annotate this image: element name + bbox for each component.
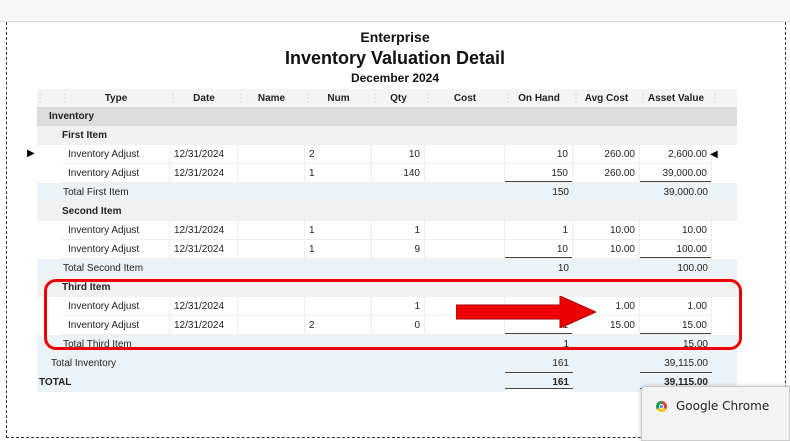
cell-qty: 140	[372, 164, 425, 183]
cell-num: 2	[305, 145, 372, 164]
red-arrow-icon	[456, 296, 596, 328]
group-total-on-hand: 10	[557, 263, 569, 274]
group-total-label: Total First Item	[63, 187, 129, 198]
cell-name	[238, 145, 305, 164]
group-label: Second Item	[62, 206, 122, 217]
cell-avg-cost: 10.00	[573, 240, 640, 259]
col-end	[710, 89, 737, 107]
col-name[interactable]: Name	[236, 89, 305, 107]
cell-cost	[425, 164, 505, 183]
section-row: Inventory	[37, 107, 737, 126]
table-row[interactable]: Inventory Adjust 12/31/2024 2 10 10 260.…	[37, 145, 737, 164]
cell-type: Inventory Adjust	[62, 221, 170, 240]
col-cost[interactable]: Cost	[423, 89, 505, 107]
total-on-hand: 161	[505, 354, 573, 373]
group-total-asset-value: 39,000.00	[663, 187, 709, 198]
col-date[interactable]: Date	[168, 89, 238, 107]
report-period: December 2024	[350, 71, 440, 85]
grand-total-on-hand: 161	[505, 373, 573, 392]
cell-cost	[425, 221, 505, 240]
cell-date: 12/31/2024	[170, 164, 238, 183]
col-type[interactable]: Type	[60, 89, 170, 107]
cell-type: Inventory Adjust	[62, 145, 170, 164]
report-title: Inventory Valuation Detail	[284, 48, 506, 68]
cell-asset-value: 39,000.00	[640, 164, 712, 183]
cell-on-hand: 150	[505, 164, 573, 183]
total-label: Total Inventory	[51, 358, 117, 369]
cell-num: 1	[305, 240, 372, 259]
grand-total-row[interactable]: TOTAL 161 39,115.00	[37, 373, 737, 392]
cell-asset-value: 2,600.00	[640, 145, 712, 164]
grand-total-label: TOTAL	[39, 377, 72, 388]
col-num[interactable]: Num	[303, 89, 372, 107]
notification-label: Google Chrome	[676, 399, 770, 413]
highlight-box	[44, 279, 742, 350]
group-header-row: Second Item	[37, 202, 737, 221]
group-header-row: First Item	[37, 126, 737, 145]
window-top-bar	[0, 0, 790, 22]
group-total-label: Total Second Item	[63, 263, 144, 274]
cell-name	[238, 164, 305, 183]
cell-num: 1	[305, 164, 372, 183]
cell-name	[238, 221, 305, 240]
group-total-asset-value: 100.00	[677, 263, 708, 274]
cell-cost	[425, 145, 505, 164]
cell-avg-cost: 260.00	[573, 164, 640, 183]
chrome-icon	[656, 401, 667, 412]
cell-type: Inventory Adjust	[62, 164, 170, 183]
group-total-row[interactable]: Total First Item 150 39,000.00	[37, 183, 737, 202]
row-marker-left-icon: ▶	[27, 148, 35, 159]
col-on-hand[interactable]: On Hand	[503, 89, 573, 107]
cell-asset-value: 10.00	[640, 221, 712, 240]
cell-asset-value: 100.00	[640, 240, 712, 259]
cell-date: 12/31/2024	[170, 221, 238, 240]
cell-on-hand: 10	[505, 240, 573, 259]
cell-date: 12/31/2024	[170, 240, 238, 259]
col-avg-cost[interactable]: Avg Cost	[571, 89, 640, 107]
chrome-notification[interactable]: Google Chrome	[641, 386, 790, 441]
col-spacer	[35, 89, 62, 107]
total-asset-value: 39,115.00	[640, 354, 712, 373]
company-name: Enterprise	[360, 29, 430, 45]
table-row[interactable]: Inventory Adjust 12/31/2024 1 140 150 26…	[37, 164, 737, 183]
table-row[interactable]: Inventory Adjust 12/31/2024 1 9 10 10.00…	[37, 240, 737, 259]
cell-date: 12/31/2024	[170, 145, 238, 164]
cell-avg-cost: 260.00	[573, 145, 640, 164]
col-asset-value[interactable]: Asset Value	[638, 89, 712, 107]
cell-on-hand: 1	[505, 221, 573, 240]
group-total-row[interactable]: Total Second Item 10 100.00	[37, 259, 737, 278]
row-marker-right-icon: ◀	[710, 149, 718, 160]
cell-qty: 9	[372, 240, 425, 259]
column-header-row: Type Date Name Num Qty Cost On Hand Avg …	[35, 89, 737, 107]
cell-avg-cost: 10.00	[573, 221, 640, 240]
cell-cost	[425, 240, 505, 259]
cell-qty: 1	[372, 221, 425, 240]
cell-name	[238, 240, 305, 259]
group-label: First Item	[62, 130, 108, 141]
cell-qty: 10	[372, 145, 425, 164]
total-inventory-row[interactable]: Total Inventory 161 39,115.00	[37, 354, 737, 373]
cell-num: 1	[305, 221, 372, 240]
col-qty[interactable]: Qty	[370, 89, 425, 107]
table-row[interactable]: Inventory Adjust 12/31/2024 1 1 1 10.00 …	[37, 221, 737, 240]
section-label: Inventory	[49, 111, 95, 122]
cell-type: Inventory Adjust	[62, 240, 170, 259]
group-total-on-hand: 150	[552, 187, 569, 198]
cell-on-hand: 10	[505, 145, 573, 164]
